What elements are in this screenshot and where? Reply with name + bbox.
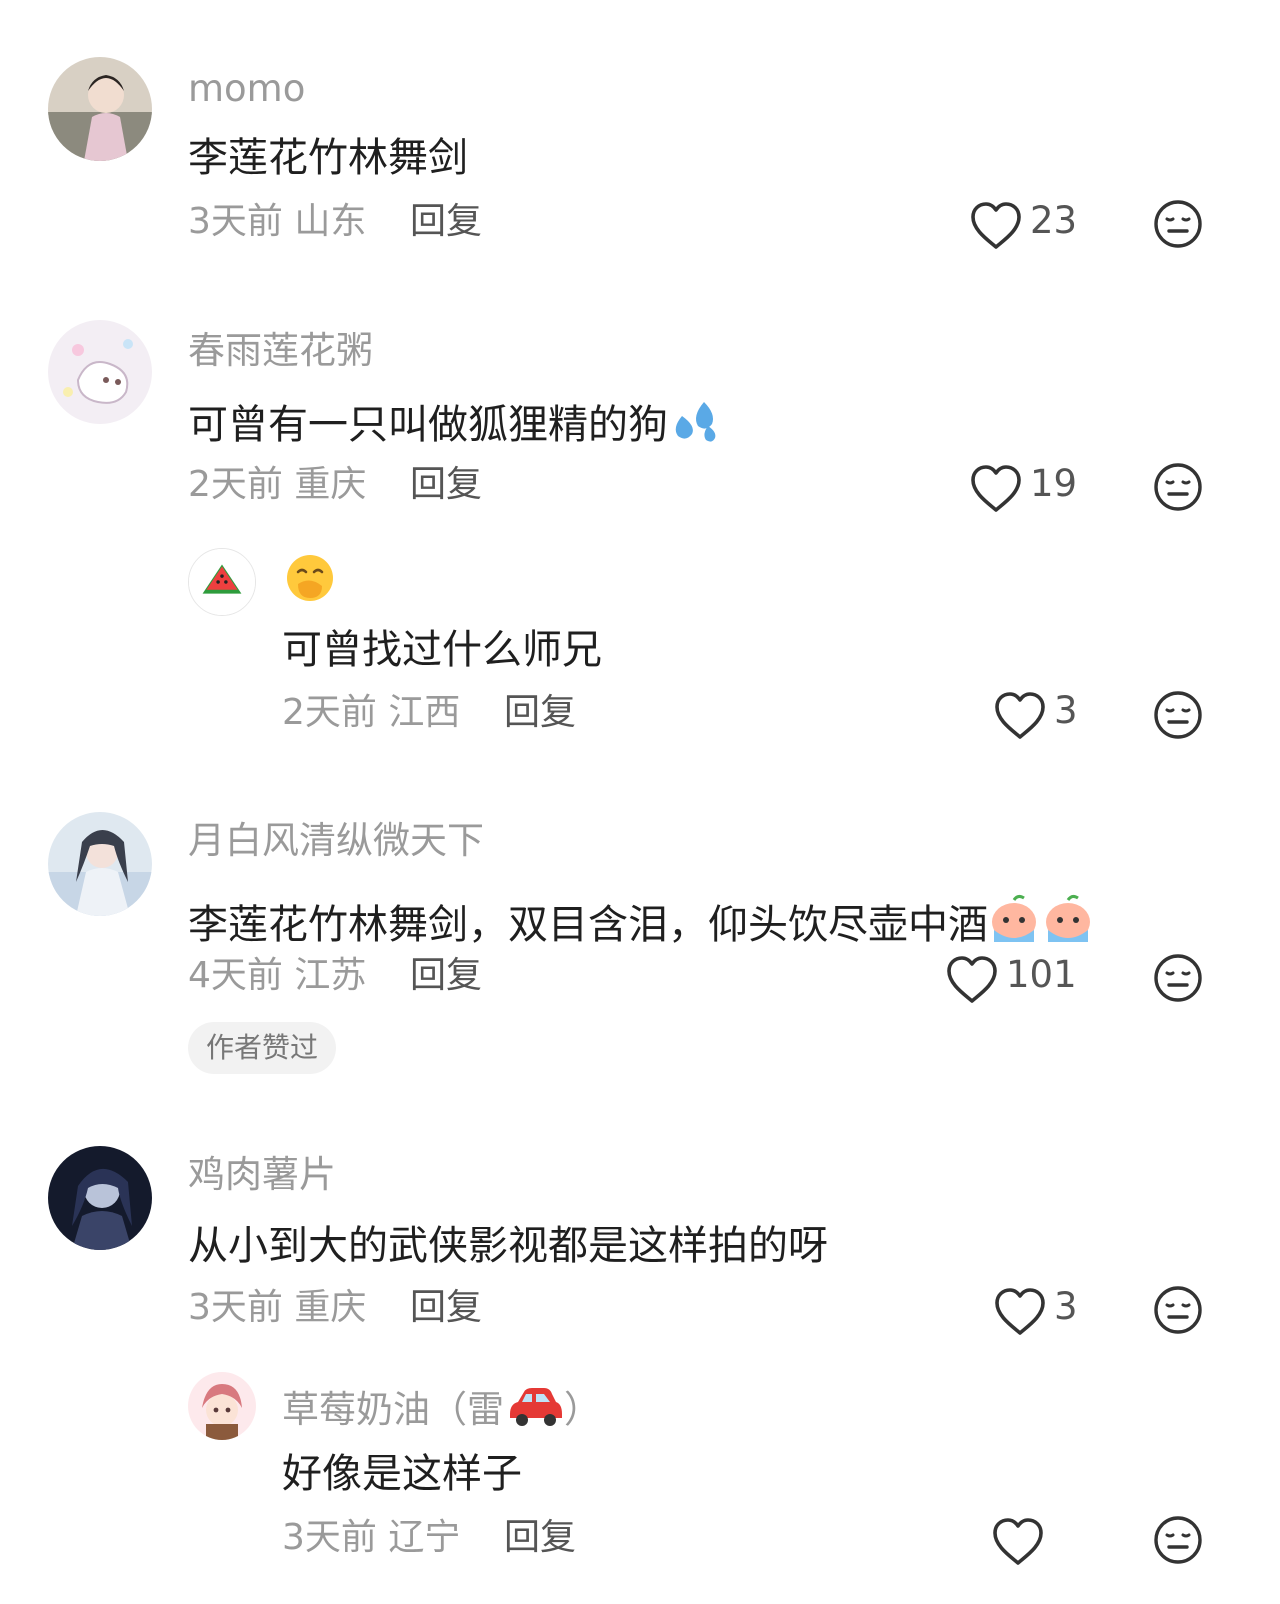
username[interactable]: 月白风清纵微天下 <box>188 822 484 859</box>
like-button[interactable] <box>990 1512 1052 1572</box>
like-count: 23 <box>1030 198 1078 242</box>
heart-outline-icon <box>992 690 1048 742</box>
reply-button[interactable]: 回复 <box>410 204 482 240</box>
comment-time-location: 4天前 江苏 <box>188 958 366 994</box>
like-count: 101 <box>1006 952 1077 996</box>
comment-time-location: 2天前 江西 <box>282 695 460 731</box>
neutral-face-icon <box>1152 689 1204 741</box>
username-text: 草莓奶油（雷 <box>282 1388 504 1431</box>
username[interactable]: 春雨莲花粥 <box>188 332 373 369</box>
neutral-face-icon <box>1152 1514 1204 1566</box>
like-button[interactable]: 101 <box>944 950 1077 1010</box>
comment-time-location: 3天前 山东 <box>188 204 366 240</box>
reply-button[interactable]: 回复 <box>410 958 482 994</box>
avatar[interactable] <box>48 1146 152 1250</box>
like-count: 3 <box>1054 1284 1078 1328</box>
author-liked-badge: 作者赞过 <box>188 1022 337 1074</box>
avatar[interactable] <box>48 812 152 916</box>
neutral-face-icon <box>1152 198 1204 250</box>
like-button[interactable]: 3 <box>992 686 1078 746</box>
comment-location: 辽宁 <box>388 1517 461 1558</box>
dislike-button[interactable] <box>1152 1514 1204 1566</box>
hand-over-mouth-icon <box>287 555 333 601</box>
dislike-button[interactable] <box>1152 461 1204 513</box>
username-text-end: ） <box>564 1388 601 1431</box>
username-emoji[interactable] <box>284 552 336 604</box>
avatar[interactable] <box>48 320 152 424</box>
watermelon-icon <box>189 549 255 615</box>
comment-time: 4天前 <box>188 955 283 996</box>
like-button[interactable]: 19 <box>968 459 1077 519</box>
dislike-button[interactable] <box>1152 198 1204 250</box>
heart-outline-icon <box>944 954 1000 1006</box>
comment-location: 重庆 <box>294 464 367 505</box>
comment-text: 李莲花竹林舞剑 <box>188 135 468 181</box>
dislike-button[interactable] <box>1152 1284 1204 1336</box>
reply-button[interactable]: 回复 <box>410 467 482 503</box>
comment-text-body: 李莲花竹林舞剑，双目含泪，仰头饮尽壶中酒 <box>188 902 988 948</box>
comment-text: 可曾有一只叫做狐狸精的狗 <box>188 400 718 445</box>
comment-time-location: 2天前 重庆 <box>188 467 366 503</box>
heart-outline-icon <box>990 1516 1046 1568</box>
like-count: 19 <box>1030 461 1078 505</box>
like-count: 3 <box>1054 688 1078 732</box>
heart-outline-icon <box>992 1286 1048 1338</box>
like-button[interactable]: 23 <box>968 196 1077 256</box>
comment-text: 李莲花竹林舞剑，双目含泪，仰头饮尽壶中酒 <box>188 892 1096 945</box>
avatar[interactable] <box>188 548 256 616</box>
comment-text: 从小到大的武侠影视都是这样拍的呀 <box>188 1223 828 1269</box>
username[interactable]: momo <box>188 70 305 107</box>
comment-location: 重庆 <box>294 1287 367 1328</box>
comment-time: 3天前 <box>188 201 283 242</box>
avatar[interactable] <box>188 1372 256 1440</box>
avatar[interactable] <box>48 57 152 161</box>
comment-location: 江苏 <box>294 955 367 996</box>
neutral-face-icon <box>1152 461 1204 513</box>
comment-time-location: 3天前 重庆 <box>188 1290 366 1326</box>
comment-text: 可曾找过什么师兄 <box>282 627 602 673</box>
heart-outline-icon <box>968 463 1024 515</box>
comment-time: 2天前 <box>188 464 283 505</box>
neutral-face-icon <box>1152 952 1204 1004</box>
comment-time: 3天前 <box>282 1517 377 1558</box>
reply-button[interactable]: 回复 <box>504 1520 576 1556</box>
neutral-face-icon <box>1152 1284 1204 1336</box>
comment-time: 2天前 <box>282 692 377 733</box>
comment-text: 好像是这样子 <box>282 1451 522 1497</box>
reply-button[interactable]: 回复 <box>504 695 576 731</box>
comment-time-location: 3天前 辽宁 <box>282 1520 460 1556</box>
red-car-icon <box>510 1388 562 1426</box>
crying-peach-icon <box>992 894 1090 942</box>
username[interactable]: 草莓奶油（雷 ） <box>282 1384 601 1428</box>
sweat-droplets-icon <box>675 402 716 442</box>
reply-button[interactable]: 回复 <box>410 1290 482 1326</box>
heart-outline-icon <box>968 200 1024 252</box>
dislike-button[interactable] <box>1152 689 1204 741</box>
comment-location: 江西 <box>388 692 461 733</box>
username[interactable]: 鸡肉薯片 <box>188 1156 336 1193</box>
comment-time: 3天前 <box>188 1287 283 1328</box>
dislike-button[interactable] <box>1152 952 1204 1004</box>
comment-text-body: 可曾有一只叫做狐狸精的狗 <box>188 402 668 448</box>
like-button[interactable]: 3 <box>992 1282 1078 1342</box>
comment-location: 山东 <box>294 201 367 242</box>
